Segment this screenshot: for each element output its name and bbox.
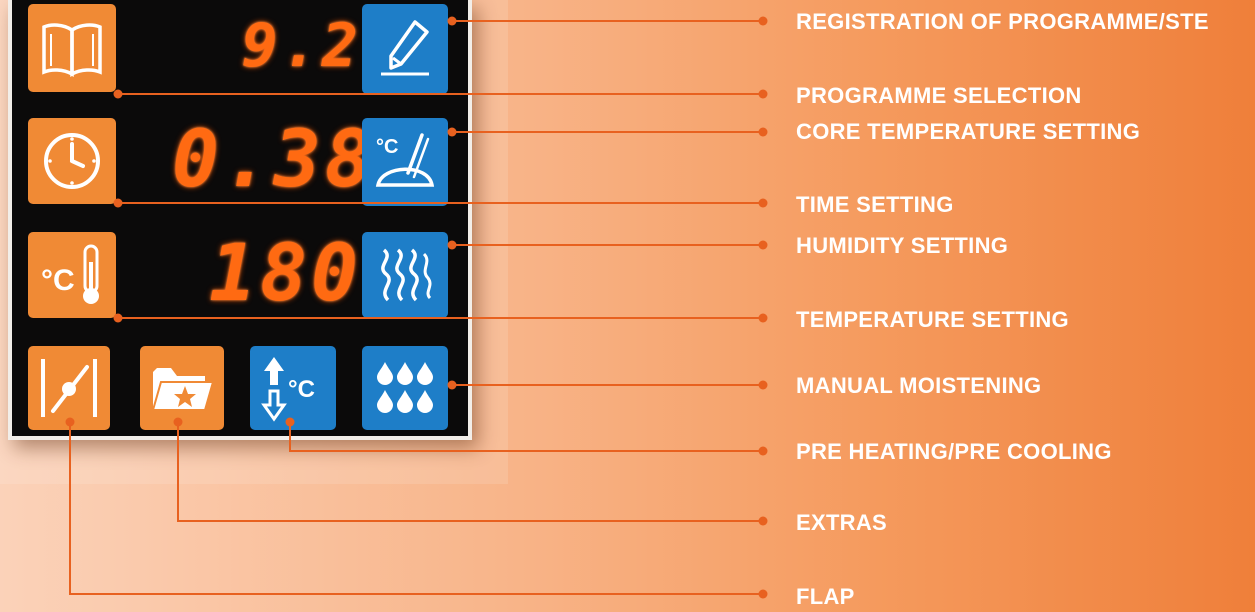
- label-extras: EXTRAS: [796, 510, 888, 535]
- leader-flap: [69, 422, 763, 595]
- label-temperature-setting: TEMPERATURE SETTING: [796, 307, 1069, 332]
- label-registration: REGISTRATION OF PROGRAMME/STE: [796, 9, 1209, 34]
- label-manual-moistening: MANUAL MOISTENING: [796, 373, 1042, 398]
- leader-extras: [177, 422, 763, 522]
- label-flap: FLAP: [796, 584, 855, 609]
- label-time-setting: TIME SETTING: [796, 192, 954, 217]
- label-humidity-setting: HUMIDITY SETTING: [796, 233, 1009, 258]
- label-pre-heating: PRE HEATING/PRE COOLING: [796, 439, 1112, 464]
- label-core-temperature: CORE TEMPERATURE SETTING: [796, 119, 1141, 144]
- leader-pre-heating: [289, 422, 763, 452]
- label-programme-selection: PROGRAMME SELECTION: [796, 83, 1082, 108]
